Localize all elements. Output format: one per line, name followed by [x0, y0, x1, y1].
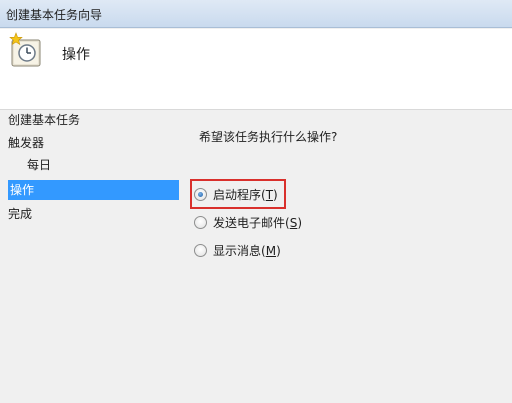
wizard-header: 操作 — [0, 29, 512, 110]
radio-send-email[interactable]: 发送电子邮件(S) — [194, 211, 302, 233]
nav-item-finish[interactable]: 完成 — [8, 204, 32, 224]
action-question: 希望该任务执行什么操作? — [199, 130, 338, 144]
radio-show-message[interactable]: 显示消息(M) — [194, 239, 281, 261]
radio-label-send-email: 发送电子邮件(S) — [213, 215, 303, 230]
radio-label-start-program: 启动程序(T) — [213, 187, 278, 202]
radio-start-program[interactable]: 启动程序(T) — [194, 183, 278, 205]
nav-item-daily[interactable]: 每日 — [27, 155, 51, 175]
radio-button-icon[interactable] — [194, 243, 207, 257]
wizard-window: 创建基本任务向导 操作 创建基本任务 触发器 每日 操作 完成 希望该任务执行什… — [0, 0, 512, 403]
radio-button-checked-icon[interactable] — [194, 187, 207, 201]
nav-item-action[interactable]: 操作 — [8, 180, 179, 200]
task-clock-icon — [9, 32, 41, 67]
page-title: 操作 — [62, 47, 90, 63]
title-bar[interactable]: 创建基本任务向导 — [0, 0, 512, 28]
window-title: 创建基本任务向导 — [6, 8, 103, 22]
wizard-content: 希望该任务执行什么操作? 启动程序(T) 发送电子邮件(S) 显示消息(M) — [182, 110, 512, 403]
nav-item-create-basic-task[interactable]: 创建基本任务 — [8, 110, 80, 130]
wizard-steps-nav: 创建基本任务 触发器 每日 操作 完成 — [0, 110, 182, 403]
nav-item-trigger[interactable]: 触发器 — [8, 133, 44, 153]
radio-button-icon[interactable] — [194, 215, 207, 229]
radio-label-show-message: 显示消息(M) — [213, 243, 281, 258]
